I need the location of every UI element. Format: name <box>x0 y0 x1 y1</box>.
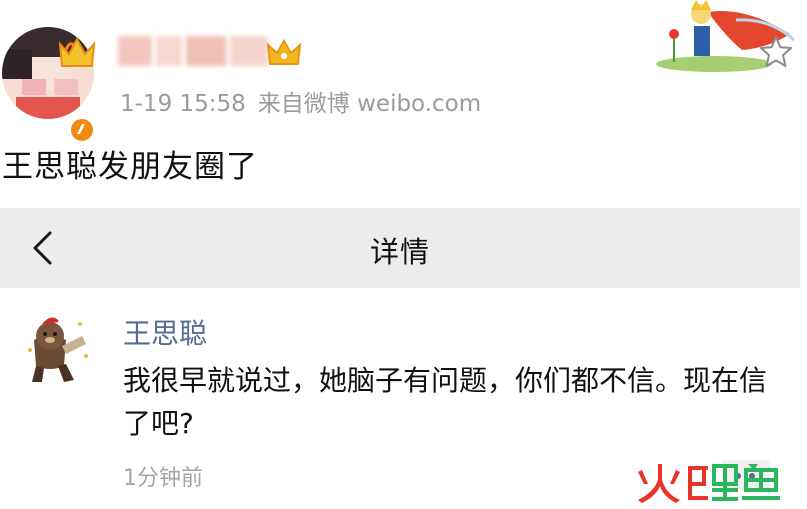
comment-text: 我很早就说过，她脑子有问题，你们都不信。现在信了吧? <box>123 364 768 440</box>
avatar-crown-icon <box>58 36 96 67</box>
nav-bar: 详情 <box>0 208 800 288</box>
username-blurred[interactable] <box>118 36 268 66</box>
verified-badge-icon <box>68 116 96 144</box>
comment-author-link[interactable]: 王思聪 <box>123 312 207 352</box>
comment-time: 1分钟前 <box>123 466 203 491</box>
post-timestamp: 1-19 15:58 <box>120 91 246 117</box>
post-text: 王思聪发朋友圈了 <box>2 149 258 185</box>
post-meta: 1-19 15:58 来自微博 weibo.com <box>120 84 493 118</box>
user-avatar[interactable] <box>2 27 96 144</box>
post-source: 来自微博 weibo.com <box>257 91 482 117</box>
star-outline-icon[interactable] <box>758 34 794 70</box>
nav-title: 详情 <box>369 235 430 269</box>
commenter-avatar[interactable] <box>20 310 100 390</box>
watermark-logo <box>638 464 780 503</box>
crown-icon <box>266 39 302 65</box>
